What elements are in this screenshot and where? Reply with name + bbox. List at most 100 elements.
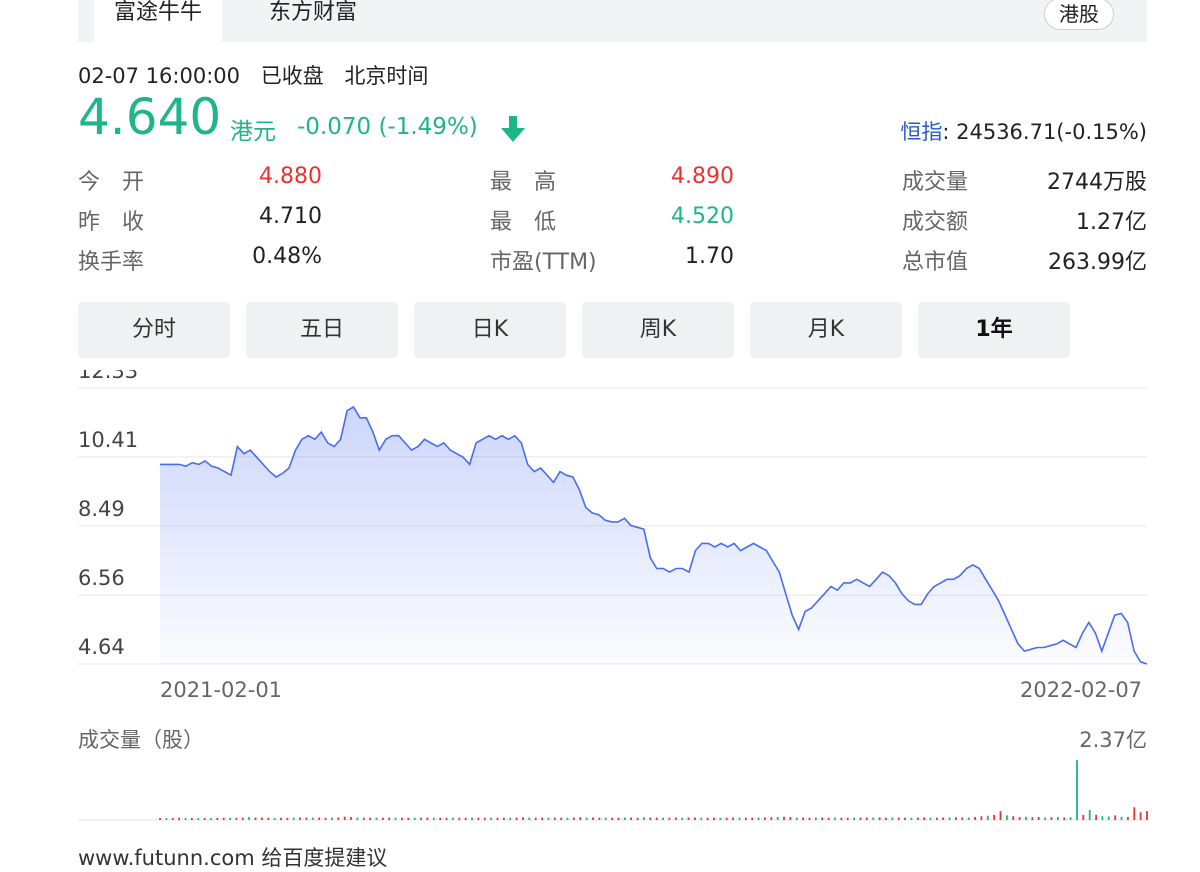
volume-bar: [719, 817, 722, 820]
market-badge-hk[interactable]: 港股: [1044, 0, 1114, 30]
current-price: 4.640: [78, 88, 222, 146]
volume-bar: [706, 817, 709, 820]
volume-bar: [439, 817, 442, 820]
volume-bar: [165, 818, 168, 820]
stat-value-turnover-rate: 0.48%: [252, 244, 322, 269]
volume-bar: [948, 817, 951, 820]
stat-label-high: 最 高: [490, 170, 557, 195]
stat-value-volume: 2744万股: [1047, 170, 1147, 195]
stat-value-open: 4.880: [259, 164, 322, 189]
volume-bar: [464, 817, 467, 820]
volume-bar: [171, 818, 174, 820]
volume-bar: [713, 817, 715, 820]
volume-bar: [248, 817, 250, 820]
volume-bar: [878, 817, 881, 820]
x-axis-start-date: 2021-02-01: [160, 678, 283, 702]
volume-bar: [541, 817, 543, 820]
volume-bar: [286, 818, 289, 820]
volume-bar: [757, 817, 760, 820]
period-tab-monthly-k[interactable]: 月K: [750, 302, 902, 358]
period-tab-5day[interactable]: 五日: [246, 302, 398, 358]
volume-bar: [674, 817, 677, 820]
footer-text[interactable]: www.futunn.com 给百度提建议: [78, 842, 387, 872]
stat-value-market-cap: 263.99亿: [1048, 250, 1147, 275]
volume-bar: [853, 817, 855, 820]
volume-bar: [910, 817, 913, 820]
volume-bar: [967, 817, 970, 820]
stat-value-pe: 1.70: [685, 244, 734, 269]
volume-bar: [203, 818, 206, 820]
period-tab-weekly-k[interactable]: 周K: [582, 302, 734, 358]
y-tick-label: 6.56: [78, 566, 125, 590]
volume-bar: [1082, 814, 1085, 820]
volume-bar: [865, 817, 868, 820]
volume-bar: [1120, 816, 1123, 820]
volume-bar: [668, 817, 671, 820]
volume-bar: [261, 817, 263, 820]
volume-bar: [897, 817, 900, 820]
volume-bar: [821, 817, 824, 820]
volume-bar: [1050, 817, 1053, 820]
volume-bar: [611, 817, 613, 820]
volume-bar: [738, 817, 741, 820]
volume-bar: [859, 817, 862, 820]
volume-bar: [891, 817, 894, 820]
volume-bar: [445, 817, 448, 820]
volume-bar: [846, 817, 849, 820]
volume-bar: [305, 817, 308, 820]
volume-bar: [432, 817, 435, 820]
volume-bar: [1031, 817, 1034, 820]
period-tab-1year[interactable]: 1年: [918, 302, 1070, 358]
volume-bar: [496, 817, 499, 820]
volume-bar: [974, 817, 976, 820]
volume-bar: [1012, 816, 1015, 820]
volume-bar: [178, 817, 180, 820]
volume-bar: [375, 817, 378, 820]
volume-bar: [190, 818, 193, 820]
volume-bar: [776, 817, 779, 820]
volume-bar: [687, 817, 690, 820]
volume-bar: [388, 817, 391, 820]
stat-label-pe: 市盈(TTM): [490, 250, 597, 275]
volume-bar: [840, 817, 843, 820]
y-tick-label: 4.64: [78, 635, 125, 659]
index-name[interactable]: 恒指: [900, 120, 942, 144]
volume-bar: [553, 817, 556, 820]
stat-label-low: 最 低: [490, 210, 557, 235]
volume-bar: [662, 817, 664, 820]
stat-label-prev-close: 昨 收: [78, 210, 145, 235]
volume-bar: [394, 817, 397, 820]
volume-bar: [623, 817, 626, 820]
y-tick-label: 12.33: [78, 370, 138, 383]
volume-bar: [426, 817, 429, 820]
volume-bar: [566, 817, 569, 820]
volume-bar: [834, 817, 836, 820]
stat-value-low: 4.520: [671, 204, 734, 229]
volume-bar: [936, 817, 938, 820]
period-tab-intraday[interactable]: 分时: [78, 302, 230, 358]
volume-bar: [649, 817, 652, 820]
tab-futu[interactable]: 富途牛牛: [94, 0, 222, 42]
volume-bar: [802, 817, 804, 820]
volume-chart: [78, 760, 1148, 821]
period-tab-daily-k[interactable]: 日K: [414, 302, 566, 358]
volume-bar: [452, 817, 454, 820]
volume-bar: [808, 817, 811, 820]
price-chart: 12.33 10.41 8.49 6.56 4.64: [78, 370, 1148, 665]
volume-bar: [210, 818, 212, 820]
volume-bar: [331, 817, 333, 820]
index-quote[interactable]: 恒指: 24536.71(-0.15%): [900, 116, 1147, 146]
volume-bar: [1133, 807, 1136, 820]
volume-bar: [343, 816, 346, 820]
y-tick-label: 10.41: [78, 428, 138, 452]
stat-label-turnover: 成交额: [902, 210, 969, 235]
volume-bar: [197, 818, 200, 820]
volume-bar: [560, 817, 563, 820]
volume-bar: [1044, 817, 1046, 820]
volume-bar: [764, 817, 766, 820]
tab-eastmoney[interactable]: 东方财富: [269, 0, 357, 42]
volume-bar: [292, 817, 295, 820]
volume-bar: [1095, 814, 1097, 820]
volume-bar: [744, 817, 747, 820]
x-axis-end-date: 2022-02-07: [1020, 678, 1143, 702]
